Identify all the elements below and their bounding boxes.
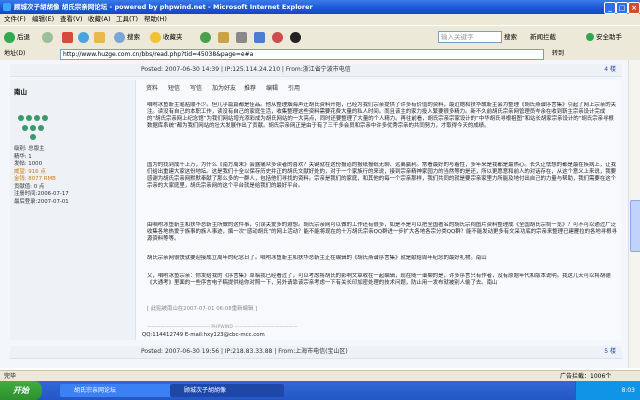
- author-post-count: 发帖: 1000: [14, 161, 43, 167]
- home-button[interactable]: [94, 30, 107, 44]
- search-icon: [114, 31, 125, 43]
- minimize-button[interactable]: _: [604, 2, 616, 14]
- ie-icon: [3, 3, 11, 11]
- forward-arrow-icon: [42, 31, 53, 43]
- signature-divider: —————————————— PHPWIND ——————————————: [147, 325, 298, 330]
- post-body: 资料 短信 写信 加为好友 推荐 编辑 引用 咱咐冰鱼靳主笔贴顺不少。但几乎篇篇…: [136, 80, 622, 340]
- avatar: [16, 112, 50, 142]
- menu-help[interactable]: 帮助(H): [144, 14, 167, 25]
- mail-icon: [218, 31, 229, 43]
- post-paragraph-3: 由咱咐冰鱼靳主和扶华总靳主所做的这件事，引误关爱多的遐想。胡氏宗亲网可以做的工作…: [147, 222, 617, 242]
- toolbar-search-button[interactable]: 搜索: [504, 30, 517, 44]
- next-floor-label: 5 楼: [604, 348, 616, 355]
- back-arrow-icon: [4, 31, 15, 43]
- maximize-button[interactable]: □: [616, 2, 628, 14]
- quote-link[interactable]: 引用: [288, 83, 300, 92]
- toolbar: 后退 搜索 收藏夹 输入关键字 搜索 新闻拦截 安全助手: [0, 25, 640, 49]
- system-tray: 8:03: [575, 381, 640, 400]
- penguin-icon: [290, 31, 301, 43]
- edit-link[interactable]: 编辑: [266, 83, 278, 92]
- post-actions: 资料 短信 写信 加为好友 推荐 编辑 引用: [136, 80, 622, 92]
- title-bar: 顾城次子胡胡像 胡氏宗亲网论坛 - powered by phpwind.net…: [0, 0, 640, 14]
- news-block-button[interactable]: 新闻拦截: [530, 30, 556, 44]
- profile-link[interactable]: 资料: [146, 83, 158, 92]
- window-title: 顾城次子胡胡像 胡氏宗亲网论坛 - powered by phpwind.net…: [14, 3, 313, 11]
- task-forum[interactable]: 胡氏宗亲网论坛: [60, 384, 174, 397]
- author-panel: 南山 级别: 总版主 精华: 1 发帖: 1000 威望: 916 点 金钱: …: [10, 80, 136, 340]
- author-name[interactable]: 南山: [14, 86, 27, 96]
- post-meta-bar: Posted: 2007-06-30 14:39 | IP:125.114.24…: [10, 64, 622, 77]
- media-icon: [200, 31, 211, 43]
- author-money: 金钱: 8077 RMB: [14, 176, 56, 182]
- favorites-button[interactable]: 收藏夹: [150, 30, 183, 44]
- address-bar: 地址(D) http://www.huzge.com.cn/bbs/read.p…: [0, 48, 640, 60]
- post-paragraph-5: 又，咱咐冰鱼宗亲：你发给我的《序言集》草稿我已经看过了，可以考虑将胡氏的影响文章…: [147, 273, 611, 286]
- qq-button[interactable]: [290, 30, 303, 44]
- email-link[interactable]: 写信: [190, 83, 202, 92]
- toolbar-search-input[interactable]: 输入关键字: [438, 31, 502, 43]
- menu-edit[interactable]: 编辑(E): [32, 14, 54, 25]
- home-icon: [94, 31, 105, 43]
- taskbar: 开始 胡氏宗亲网论坛 顾城次子胡胡像 8:03: [0, 381, 640, 400]
- signature-contact: QQ:114412749 E-mail:hxy123@cbc-mcc.com: [142, 332, 265, 338]
- vertical-scrollbar[interactable]: [628, 60, 640, 368]
- menu-favorites[interactable]: 收藏(A): [88, 14, 111, 25]
- menu-bar: 文件(F) 编辑(E) 查看(V) 收藏(A) 工具(T) 帮助(H): [0, 14, 640, 25]
- print-icon: [236, 31, 247, 43]
- task-current-page[interactable]: 顾城次子胡胡像: [170, 384, 284, 397]
- edit-note: [ 此贴被南山在2007-07-01 06:08重新编辑 ]: [147, 306, 258, 312]
- next-post-meta-bar: Posted: 2007-06-30 19:56 | IP:218.83.33.…: [10, 346, 622, 359]
- edit-button[interactable]: [254, 30, 267, 44]
- close-button[interactable]: ×: [628, 2, 640, 14]
- start-button[interactable]: 开始: [0, 381, 42, 400]
- shield-icon: [586, 33, 594, 41]
- address-input[interactable]: http://www.huzge.com.cn/bbs/read.php?tid…: [60, 49, 544, 60]
- recommend-link[interactable]: 推荐: [244, 83, 256, 92]
- star-icon: [150, 31, 161, 43]
- next-post-meta-text: Posted: 2007-06-30 19:56 | IP:218.83.33.…: [141, 348, 348, 355]
- post-meta-text: Posted: 2007-06-30 14:39 | IP:125.114.24…: [141, 66, 351, 73]
- back-button[interactable]: 后退: [4, 30, 30, 44]
- search-button[interactable]: 搜索: [114, 30, 140, 44]
- author-last-login: 最后登录:2007-07-01: [14, 198, 69, 205]
- menu-view[interactable]: 查看(V): [60, 14, 83, 25]
- post-paragraph-4: 胡氏宗亲网很快就要迎接成立周年的纪念日了。咱咐冰鱼靳主和扶华总靳主正在编辑的《胡…: [147, 255, 487, 261]
- messenger-button[interactable]: [272, 30, 285, 44]
- author-level: 级别: 总版主: [14, 146, 45, 152]
- menu-tools[interactable]: 工具(T): [116, 14, 138, 25]
- post-paragraph-1: 咱咐冰鱼靳主笔贴顺不少。但几乎篇篇都是佳品。他从整理烟海声迁胡氏资料开始，已经为…: [147, 102, 616, 129]
- stop-icon: [62, 31, 73, 43]
- address-label: 地址(D): [4, 50, 26, 57]
- scrollbar-thumb[interactable]: [630, 200, 640, 252]
- menu-file[interactable]: 文件(F): [4, 14, 26, 25]
- refresh-button[interactable]: [78, 30, 91, 44]
- print-button[interactable]: [236, 30, 249, 44]
- messenger-icon: [272, 31, 283, 43]
- author-elite: 精华: 1: [14, 153, 32, 160]
- floor-label: 4 楼: [604, 66, 616, 73]
- edit-icon: [254, 31, 265, 43]
- clock: 8:03: [621, 387, 635, 394]
- message-link[interactable]: 短信: [168, 83, 180, 92]
- author-reputation: 威望: 916 点: [14, 168, 46, 175]
- security-assistant-button[interactable]: 安全助手: [586, 30, 622, 44]
- post-paragraph-2: 国为的找到成千上万，为什么《南方周末》会露痛众多读者的喜欢？关键就在这份报道的报…: [147, 162, 616, 189]
- forward-button[interactable]: [42, 30, 55, 44]
- author-register-date: 注册时间:2006-07-17: [14, 191, 69, 197]
- add-friend-link[interactable]: 加为好友: [212, 83, 236, 92]
- go-button[interactable]: 转到: [552, 49, 564, 59]
- author-contribution: 贡献值: 0 点: [14, 183, 45, 190]
- media-button[interactable]: [200, 30, 213, 44]
- mail-button[interactable]: [218, 30, 231, 44]
- refresh-icon: [78, 31, 89, 43]
- stop-button[interactable]: [62, 30, 75, 44]
